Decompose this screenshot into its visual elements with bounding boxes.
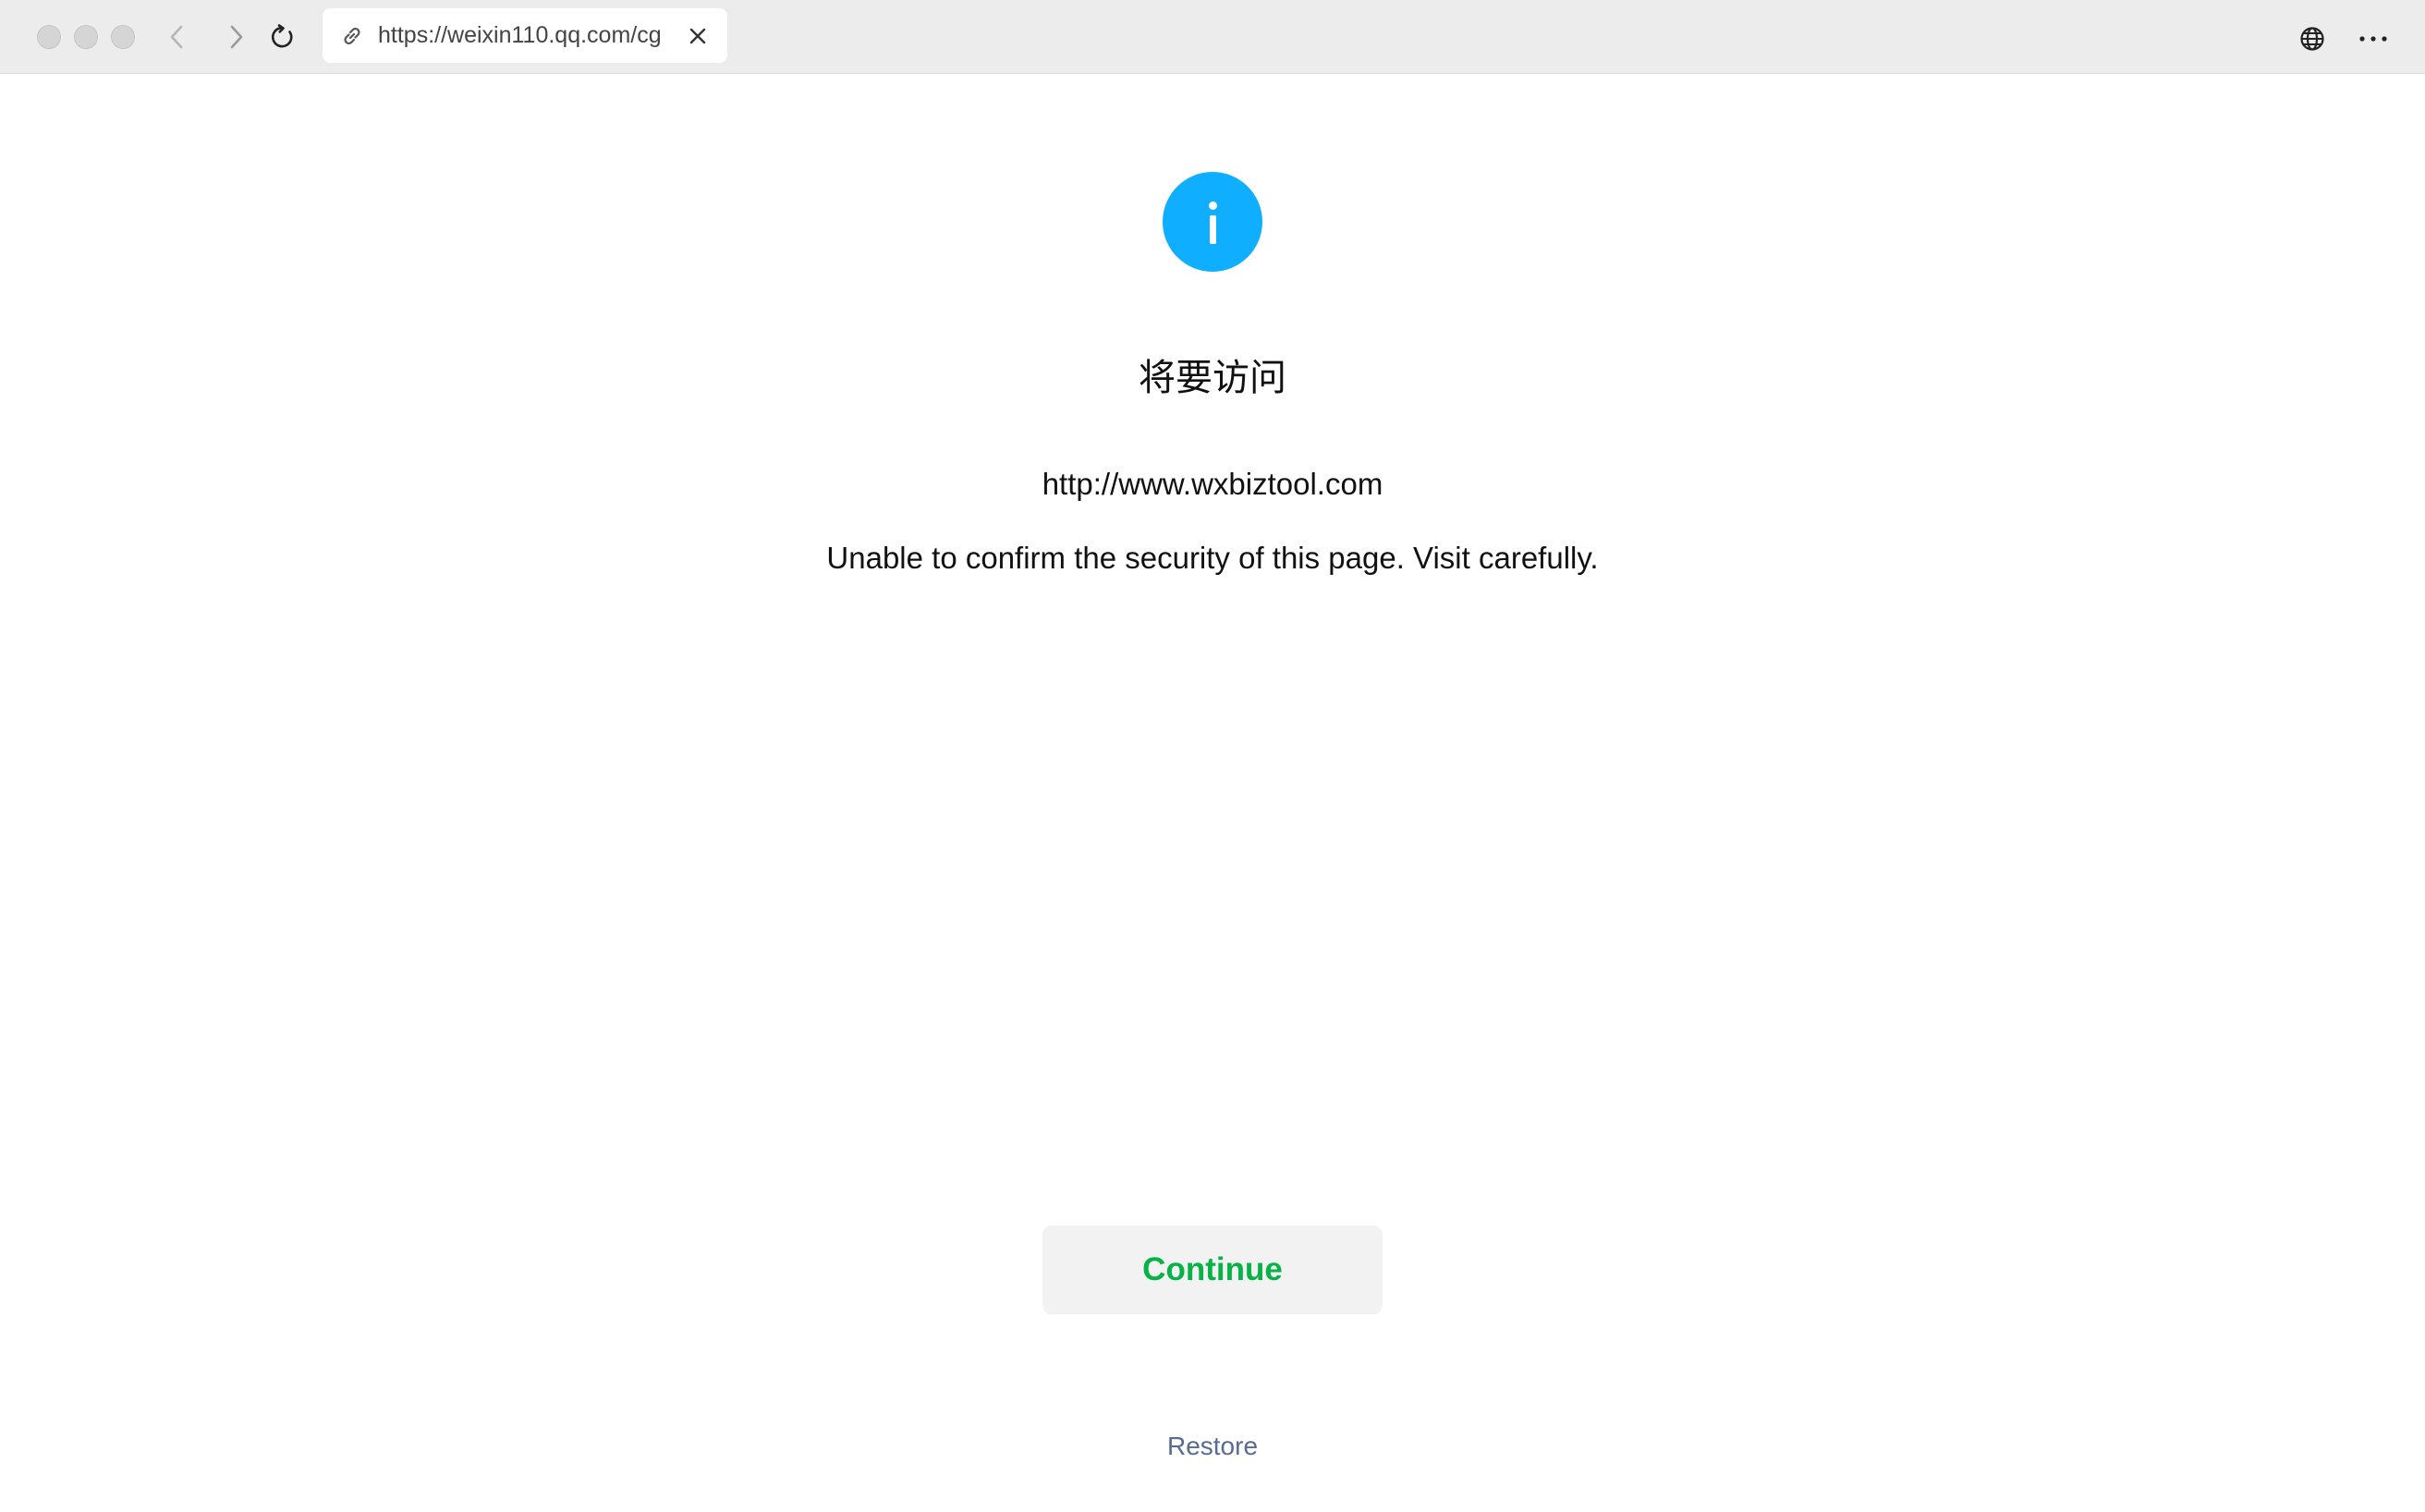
info-icon-stem bbox=[1209, 215, 1216, 244]
info-icon-dot bbox=[1208, 201, 1217, 210]
window-minimize-button[interactable] bbox=[74, 25, 98, 49]
back-button[interactable] bbox=[157, 17, 198, 57]
globe-icon bbox=[2300, 27, 2324, 51]
address-tab[interactable]: https://weixin110.qq.com/cgi-bin/mmspams… bbox=[323, 8, 727, 63]
browser-window: https://weixin110.qq.com/cgi-bin/mmspams… bbox=[0, 0, 2425, 1512]
reload-button[interactable] bbox=[262, 17, 303, 57]
more-icon bbox=[2359, 36, 2387, 42]
forward-button[interactable] bbox=[215, 17, 256, 57]
security-warning: Unable to confirm the security of this p… bbox=[826, 541, 1599, 575]
continue-button[interactable]: Continue bbox=[1042, 1225, 1383, 1314]
link-icon bbox=[344, 27, 360, 45]
reload-icon bbox=[272, 24, 293, 48]
restore-link[interactable]: Restore bbox=[0, 1432, 2425, 1461]
url-display[interactable]: https://weixin110.qq.com/cgi-bin/mmspams… bbox=[378, 8, 661, 63]
info-icon bbox=[1163, 172, 1262, 272]
more-button[interactable] bbox=[2353, 18, 2394, 59]
chevron-left-icon bbox=[170, 25, 183, 49]
browser-toolbar: https://weixin110.qq.com/cgi-bin/mmspams… bbox=[0, 0, 2425, 74]
tab-close-button[interactable] bbox=[683, 21, 713, 51]
page-title: 将要访问 bbox=[1139, 357, 1286, 399]
close-icon bbox=[689, 28, 706, 44]
chevron-right-icon bbox=[230, 25, 243, 49]
target-url: http://www.wxbiztool.com bbox=[1042, 467, 1383, 501]
language-button[interactable] bbox=[2292, 18, 2333, 59]
url-text: https://weixin110.qq.com/cgi-bin/mmspams… bbox=[378, 22, 661, 48]
window-zoom-button[interactable] bbox=[111, 25, 135, 49]
window-close-button[interactable] bbox=[37, 25, 61, 49]
page-content: 将要访问 http://www.wxbiztool.com Unable to … bbox=[0, 74, 2425, 1512]
